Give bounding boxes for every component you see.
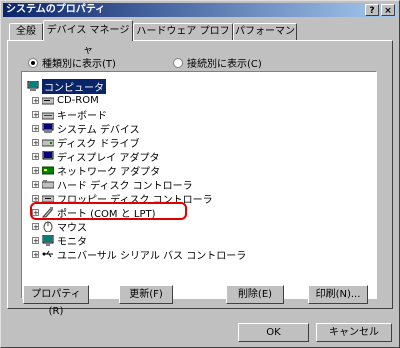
tree-item-label: ディスプレイ アダプタ bbox=[57, 153, 160, 164]
tree-item-label: ハード ディスク コントローラ bbox=[57, 181, 193, 192]
radio-selected-icon bbox=[28, 57, 38, 68]
keyboard-icon bbox=[42, 112, 54, 120]
view-by-connection-radio[interactable]: 接続別に表示(C) bbox=[173, 55, 262, 70]
tree-root-label: コンピュータ bbox=[42, 79, 106, 94]
ok-button[interactable]: OK bbox=[238, 323, 309, 342]
display-adapter-icon bbox=[42, 151, 54, 160]
tree-item-mouse[interactable]: + マウス bbox=[32, 220, 87, 234]
remove-button[interactable]: 削除(E) bbox=[226, 285, 284, 304]
tab-hardware-profile[interactable]: ハードウェア プロファイル bbox=[133, 23, 233, 53]
tree-root-computer[interactable]: コンピュータ bbox=[27, 79, 106, 94]
system-properties-window: システムのプロパティ ? × 全般 デバイス マネージャ ハードウェア プロファ… bbox=[0, 0, 400, 348]
tree-item-display-adapters[interactable]: + ディスプレイ アダプタ bbox=[32, 150, 160, 164]
tab-general[interactable]: 全般 bbox=[9, 23, 43, 40]
highlight-annotation bbox=[30, 202, 187, 220]
expand-icon[interactable]: + bbox=[32, 223, 39, 231]
view-by-type-label: 種類別に表示(T) bbox=[42, 59, 116, 70]
tree-item-monitor[interactable]: + モニタ bbox=[32, 234, 87, 248]
close-button[interactable]: × bbox=[381, 4, 395, 16]
usb-icon bbox=[42, 250, 53, 258]
cancel-button[interactable]: キャンセル bbox=[316, 323, 392, 342]
refresh-button[interactable]: 更新(F) bbox=[119, 285, 173, 304]
window-title: システムのプロパティ bbox=[6, 4, 106, 15]
cdrom-icon bbox=[42, 97, 54, 105]
expand-icon[interactable]: + bbox=[32, 97, 39, 105]
tree-item-label: マウス bbox=[57, 223, 87, 234]
title-bar[interactable]: システムのプロパティ ? × bbox=[3, 3, 397, 17]
tree-item-label: キーボード bbox=[57, 111, 107, 122]
expand-icon[interactable]: + bbox=[32, 111, 39, 119]
properties-button[interactable]: プロパティ(R) bbox=[23, 285, 89, 317]
tree-item-usb-controllers[interactable]: + ユニバーサル シリアル バス コントローラ bbox=[32, 248, 247, 262]
tree-item-label: ユニバーサル シリアル バス コントローラ bbox=[57, 251, 247, 262]
tree-item-label: システム デバイス bbox=[57, 125, 140, 136]
tree-item-network-adapters[interactable]: + ネットワーク アダプタ bbox=[32, 164, 161, 178]
device-tree[interactable]: コンピュータ + CD-ROM + キーボード + システム デバイス + ディ… bbox=[21, 71, 377, 299]
tree-item-cdrom[interactable]: + CD-ROM bbox=[32, 94, 99, 107]
tab-device-manager[interactable]: デバイス マネージャ bbox=[43, 20, 133, 56]
tree-item-label: モニタ bbox=[57, 237, 87, 248]
expand-icon[interactable]: + bbox=[32, 181, 39, 189]
device-manager-panel: 種類別に表示(T) 接続別に表示(C) コンピュータ + CD-ROM + キー… bbox=[7, 40, 393, 317]
expand-icon[interactable]: + bbox=[32, 125, 39, 133]
tree-item-hdd-controllers[interactable]: + ハード ディスク コントローラ bbox=[32, 178, 193, 192]
tree-item-label: ディスク ドライブ bbox=[57, 139, 140, 150]
tree-item-system-devices[interactable]: + システム デバイス bbox=[32, 122, 140, 136]
disk-drive-icon bbox=[42, 139, 54, 147]
expand-icon[interactable]: + bbox=[32, 237, 39, 245]
tab-performance[interactable]: パフォーマンス bbox=[233, 23, 297, 53]
tree-item-label: ネットワーク アダプタ bbox=[57, 167, 161, 178]
expand-icon[interactable]: + bbox=[32, 153, 39, 161]
expand-icon[interactable]: + bbox=[32, 139, 39, 147]
tree-item-disk-drives[interactable]: + ディスク ドライブ bbox=[32, 136, 140, 150]
monitor-icon bbox=[42, 235, 54, 246]
mouse-icon bbox=[43, 221, 53, 232]
expand-icon[interactable]: + bbox=[32, 167, 39, 175]
hdd-controller-icon bbox=[42, 180, 54, 189]
help-button[interactable]: ? bbox=[365, 4, 379, 16]
radio-unselected-icon bbox=[173, 57, 183, 68]
expand-icon[interactable]: + bbox=[32, 251, 39, 259]
view-by-connection-label: 接続別に表示(C) bbox=[187, 59, 262, 70]
tree-item-label: CD-ROM bbox=[57, 95, 99, 106]
print-button[interactable]: 印刷(N)... bbox=[308, 285, 368, 304]
computer-icon bbox=[27, 81, 39, 91]
network-adapter-icon bbox=[42, 166, 54, 175]
tree-item-keyboard[interactable]: + キーボード bbox=[32, 108, 107, 122]
view-by-type-radio[interactable]: 種類別に表示(T) bbox=[28, 55, 116, 70]
expand-icon[interactable]: + bbox=[32, 195, 39, 203]
system-device-icon bbox=[42, 123, 54, 133]
